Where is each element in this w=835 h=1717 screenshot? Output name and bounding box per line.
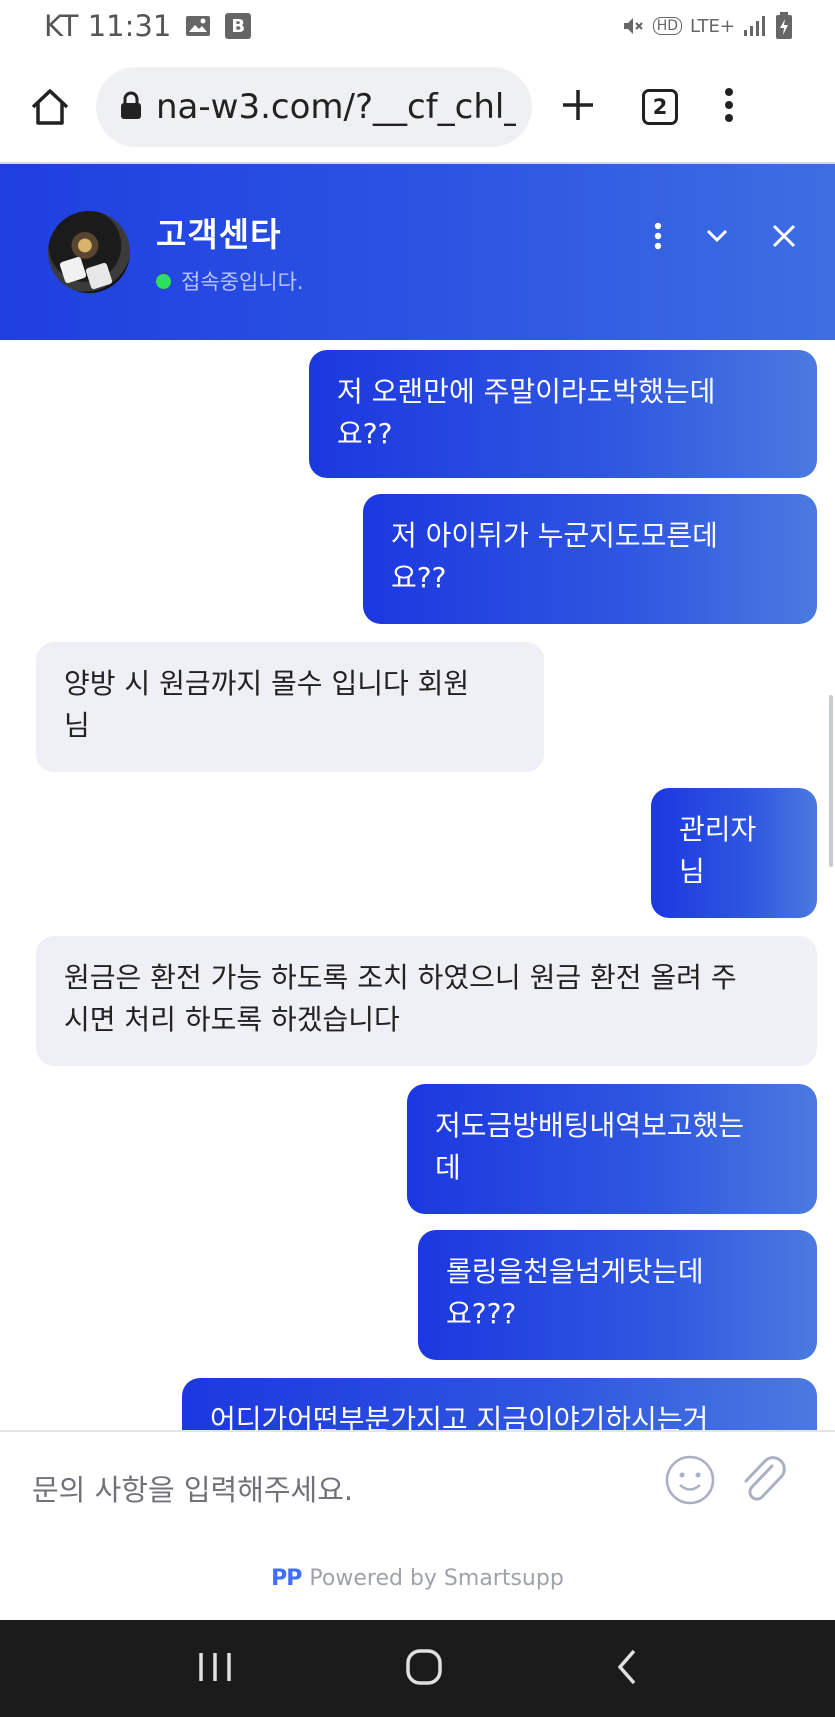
chat-menu-button[interactable] [653, 222, 663, 254]
browser-menu-button[interactable] [724, 87, 734, 127]
browser-actions: 2 [560, 87, 734, 127]
b-badge-icon: B [225, 13, 252, 39]
smiley-icon [665, 1455, 715, 1505]
message-outgoing: 관리자 님 [651, 788, 817, 918]
message-outgoing: 저도금방배팅내역보고했는 데 [407, 1084, 817, 1214]
system-nav-bar [0, 1620, 835, 1717]
dice-icon [59, 256, 87, 284]
phone-screen: KT 11:31 B HD LTE+ na-w3.com/?__cf_chl_t… [0, 0, 835, 1717]
chevron-down-icon [706, 229, 728, 243]
smartsupp-logo-icon: PP [271, 1566, 302, 1591]
battery-icon [775, 12, 793, 40]
agent-status-text: 접속중입니다. [181, 270, 304, 294]
signal-icon [743, 15, 767, 37]
status-left: KT 11:31 B [44, 9, 252, 43]
home-nav-button[interactable] [404, 1647, 444, 1691]
recent-apps-icon [198, 1652, 231, 1681]
scrollbar[interactable] [829, 695, 833, 867]
status-bar: KT 11:31 B HD LTE+ [0, 0, 835, 52]
header-actions [653, 222, 797, 254]
agent-status: 접속중입니다. [156, 266, 304, 296]
carrier-time: KT 11:31 [44, 9, 172, 43]
chat-header: 고객센타 접속중입니다. [0, 164, 835, 340]
attach-button[interactable] [738, 1454, 790, 1510]
close-icon [772, 224, 796, 248]
chat-title: 고객센타 [156, 215, 282, 254]
message-outgoing: 저 오랜만에 주말이라도박했는데 요?? [309, 350, 817, 478]
lock-icon [120, 90, 142, 124]
browser-toolbar: na-w3.com/?__cf_chl_t 2 [0, 52, 835, 162]
message-input[interactable] [32, 1462, 632, 1518]
back-button[interactable] [613, 1647, 641, 1691]
recent-apps-button[interactable] [195, 1649, 235, 1689]
new-tab-button[interactable] [560, 87, 596, 127]
close-chat-button[interactable] [771, 223, 797, 253]
hd-indicator: HD [652, 17, 682, 35]
card-icon [85, 262, 113, 290]
status-right: HD LTE+ [621, 12, 793, 40]
header-text: 고객센타 접속중입니다. [156, 208, 304, 296]
powered-by[interactable]: PP Powered by Smartsupp [0, 1566, 835, 1591]
message-incoming: 원금은 환전 가능 하도록 조치 하였으니 원금 환전 올려 주 시면 처리 하… [36, 936, 817, 1066]
mute-icon [621, 14, 645, 38]
plus-icon [563, 90, 593, 120]
emoji-button[interactable] [664, 1454, 716, 1510]
tab-switcher-button[interactable]: 2 [642, 89, 678, 125]
online-dot-icon [156, 273, 171, 289]
address-bar[interactable]: na-w3.com/?__cf_chl_t [96, 67, 532, 147]
gallery-icon [185, 14, 211, 38]
powered-by-text: Powered by Smartsupp [309, 1566, 564, 1591]
home-button[interactable] [24, 81, 76, 133]
paperclip-icon [744, 1456, 786, 1501]
agent-avatar [48, 211, 130, 293]
message-outgoing: 어디가어떤부분가지고 지금이야기하시는거 [182, 1378, 817, 1430]
message-incoming: 양방 시 원금까지 몰수 입니다 회원 님 [36, 642, 544, 772]
network-indicator: LTE+ [690, 15, 735, 37]
home-icon [31, 89, 69, 125]
minimize-chat-button[interactable] [705, 228, 729, 248]
composer: PP Powered by Smartsupp [0, 1430, 835, 1620]
more-vertical-icon [725, 88, 733, 122]
message-list[interactable]: 저 오랜만에 주말이라도박했는데 요?? 저 아이뒤가 누군지도모른데 요?? … [0, 340, 835, 1430]
url-text: na-w3.com/?__cf_chl_t [156, 87, 516, 127]
more-vertical-icon [654, 222, 662, 250]
back-chevron-icon [617, 1649, 635, 1684]
home-circle-icon [405, 1648, 442, 1685]
message-outgoing: 롤링을천을넘게탓는데 요??? [418, 1230, 817, 1360]
message-outgoing: 저 아이뒤가 누군지도모른데 요?? [363, 494, 817, 624]
